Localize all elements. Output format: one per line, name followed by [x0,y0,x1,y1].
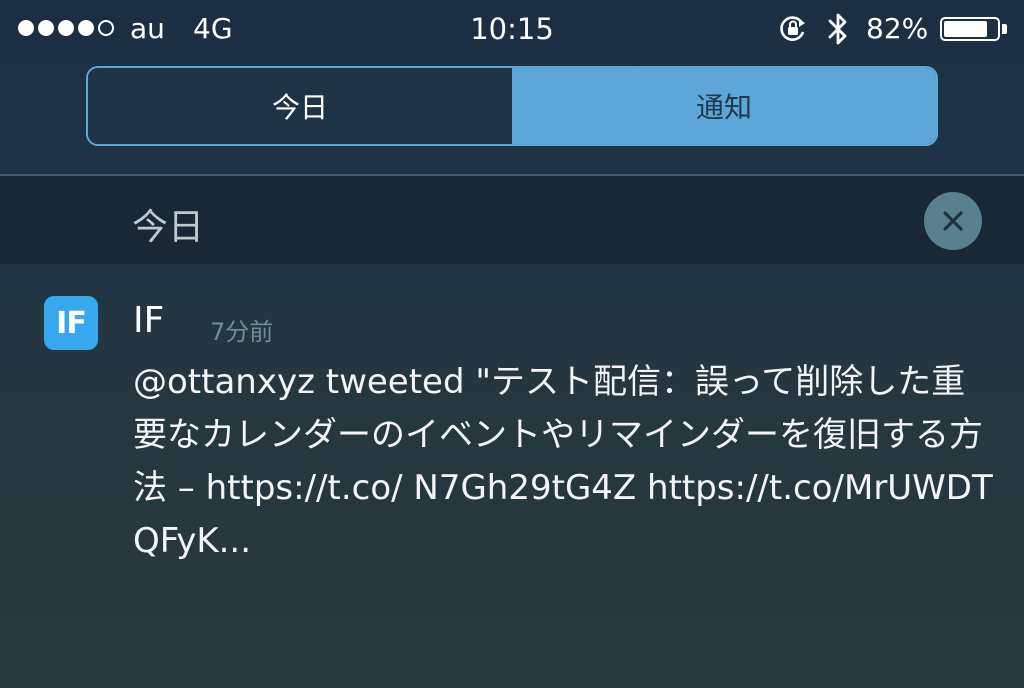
app-icon: IF [44,296,98,350]
tab-notifications[interactable]: 通知 [512,68,936,144]
notification-center-segmented-control: 今日 通知 [86,66,938,146]
battery-percent: 82% [866,12,929,45]
app-icon-label: IF [56,305,87,341]
notification-app-name: IF [133,300,165,341]
close-icon [943,211,963,231]
status-bar: au 4G 10:15 82% [0,0,1024,58]
notification-message: @ottanxyz tweeted "テスト配信：誤って削除した重要なカレンダー… [133,362,993,561]
orientation-lock-icon [780,16,805,41]
tab-today[interactable]: 今日 [88,68,512,144]
battery-icon [940,17,1000,41]
section-header: 今日 [0,176,1024,264]
section-title: 今日 [132,207,205,248]
bluetooth-icon [828,13,847,45]
battery-cap [1002,24,1007,34]
battery-level-fill [944,21,987,37]
notification-item[interactable]: IF IF 7分前 @ottanxyz tweeted "テスト配信：誤って削除… [0,270,1024,570]
notification-timestamp: 7分前 [210,318,274,346]
clear-section-button[interactable] [924,192,982,250]
